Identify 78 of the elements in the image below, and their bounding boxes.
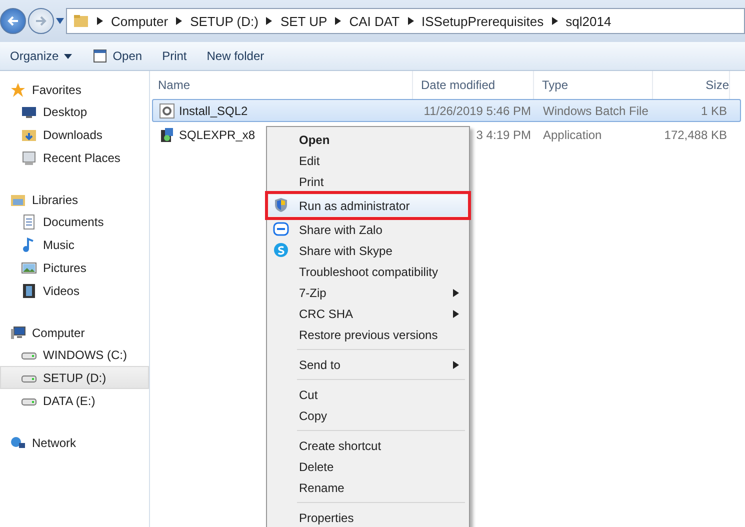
menu-item[interactable]: Share with Zalo xyxy=(269,219,467,240)
menu-item[interactable]: Send to xyxy=(269,354,467,375)
sidebar-item[interactable]: SETUP (D:) xyxy=(0,366,149,389)
arrow-icon xyxy=(453,288,459,296)
sidebar-item[interactable]: WINDOWS (C:) xyxy=(0,343,149,366)
window-icon xyxy=(92,48,108,64)
sidebar-item[interactable]: Downloads xyxy=(0,123,149,146)
menu-item[interactable]: 7-Zip xyxy=(269,282,467,303)
breadcrumb[interactable]: SETUP (D:) xyxy=(190,14,258,28)
menu-item[interactable]: Create shortcut xyxy=(269,435,467,456)
selected-file-row[interactable]: Install_SQL2 11/26/2019 5:46 PM Windows Batch File 1 KB xyxy=(152,99,741,122)
sidebar-item[interactable]: DATA (E:) xyxy=(0,389,149,412)
sidebar-group[interactable]: Computer xyxy=(0,322,149,343)
menu-item[interactable]: Print xyxy=(269,171,467,192)
menu-item[interactable]: Rename xyxy=(269,477,467,498)
menu-item[interactable]: Troubleshoot compatibility xyxy=(269,261,467,282)
caret-icon xyxy=(64,54,72,58)
menu-item[interactable]: Properties xyxy=(269,507,467,527)
toolbar-button[interactable]: New folder xyxy=(200,46,270,66)
toolbar-button[interactable]: Organize xyxy=(4,46,78,66)
skype-icon xyxy=(273,242,289,258)
menu-item[interactable]: Edit xyxy=(269,150,467,171)
picture-icon xyxy=(21,260,37,276)
breadcrumb[interactable]: ISSetupPrerequisites xyxy=(422,14,544,28)
star-icon xyxy=(10,82,26,98)
arrow-icon xyxy=(408,17,414,25)
menu-item[interactable]: CRC SHA xyxy=(269,303,467,324)
sidebar-item[interactable]: Pictures xyxy=(0,256,149,279)
date-cell-text: 3 4:19 PM xyxy=(475,128,532,142)
forward-button[interactable] xyxy=(28,8,54,34)
menu-item[interactable]: Share with Skype xyxy=(269,240,467,261)
breadcrumb[interactable]: SET UP xyxy=(280,14,328,28)
arrow-icon xyxy=(335,17,342,25)
type-cell-text: Application xyxy=(542,128,603,142)
menu-item[interactable]: Restore previous versions xyxy=(269,324,467,345)
menu-item[interactable]: Copy xyxy=(269,405,467,426)
menu-item[interactable]: Open xyxy=(269,129,467,150)
toolbar-button[interactable]: Open xyxy=(86,45,148,67)
breadcrumb[interactable]: CAI DAT xyxy=(349,14,400,28)
computer-icon xyxy=(10,324,26,340)
arrow-icon xyxy=(176,17,182,25)
sidebar-item[interactable]: Music xyxy=(0,233,149,256)
arrow-icon xyxy=(266,17,272,25)
type-cell-text: Windows Batch File xyxy=(542,104,650,118)
toolbar-button[interactable]: Print xyxy=(156,46,193,66)
shield-icon xyxy=(273,197,289,213)
file-name: Install_SQL2 xyxy=(153,102,416,118)
sidebar-group[interactable]: Libraries xyxy=(0,189,149,210)
back-button[interactable] xyxy=(0,8,26,34)
film-icon xyxy=(21,282,37,298)
breadcrumb[interactable]: Computer xyxy=(111,14,168,28)
arrow-icon xyxy=(453,310,459,318)
folder-icon xyxy=(73,13,89,29)
address-bar[interactable]: Computer SETUP (D:) SET UP CAI DAT ISSetupPrerequisites sql2014 xyxy=(66,8,745,34)
sidebar-item[interactable]: Desktop xyxy=(0,100,149,123)
chat-bubble-icon xyxy=(273,221,289,237)
arrow-icon xyxy=(453,360,459,368)
arrow-icon xyxy=(552,17,558,25)
history-dropdown-icon[interactable] xyxy=(56,18,64,24)
menu-item[interactable]: Run as administrator xyxy=(269,195,467,216)
sidebar-item[interactable]: Videos xyxy=(0,279,149,302)
menu-item[interactable]: Delete xyxy=(269,456,467,477)
installer-icon xyxy=(159,126,175,142)
menu-item[interactable]: Cut xyxy=(269,384,467,405)
arrow-icon xyxy=(97,17,103,25)
sidebar-item[interactable]: Documents xyxy=(0,210,149,233)
sidebar-group[interactable]: Network xyxy=(0,432,149,453)
sidebar-item[interactable]: Recent Places xyxy=(0,146,149,169)
sidebar-group[interactable]: Favorites xyxy=(0,79,149,100)
recent-icon xyxy=(21,150,37,166)
breadcrumb[interactable]: sql2014 xyxy=(566,14,612,28)
date-cell-text: 11/26/2019 5:46 PM xyxy=(422,104,532,118)
document-icon xyxy=(21,214,37,230)
size-cell-text: 172,488 KB xyxy=(663,128,728,142)
network-icon xyxy=(10,434,26,450)
forward-arrow-icon xyxy=(35,15,47,27)
size-cell-text: 1 KB xyxy=(700,104,728,118)
back-arrow-icon xyxy=(7,15,19,27)
